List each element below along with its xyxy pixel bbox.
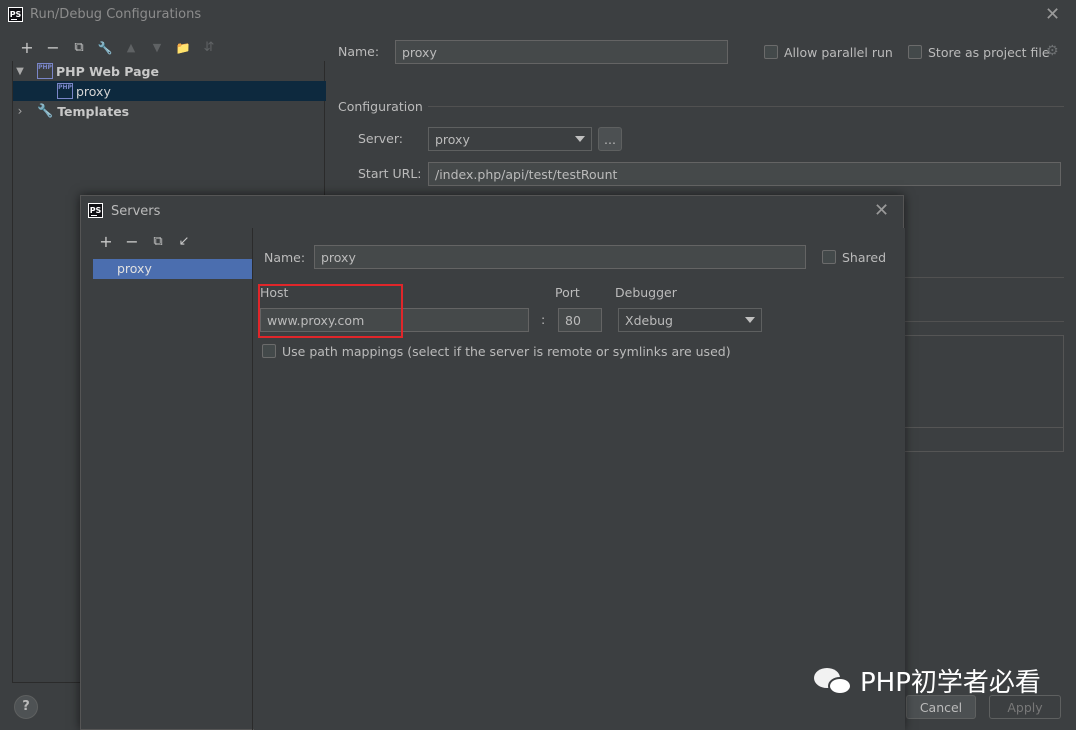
shared-label: Shared xyxy=(842,250,887,265)
chevron-down-icon[interactable]: ▼ xyxy=(13,66,27,77)
path-mappings-label: Use path mappings (select if the server … xyxy=(282,344,731,359)
edit-defaults-icon[interactable]: 🔧 xyxy=(92,38,118,58)
server-name-label: Name: xyxy=(264,250,306,265)
add-config-icon[interactable]: + xyxy=(14,38,40,58)
server-name-input[interactable]: proxy xyxy=(314,245,806,269)
servers-dialog: PS Servers ✕ + − ⧉ ↙ proxy Name: proxy S… xyxy=(80,195,905,730)
divider xyxy=(904,321,1064,322)
tree-item-proxy[interactable]: PHP proxy xyxy=(13,81,326,101)
watermark: PHP初学者必看 xyxy=(812,662,1041,699)
php-page-icon: PHP xyxy=(57,83,73,99)
debugger-label: Debugger xyxy=(615,285,677,300)
sort-icon[interactable]: ⇵ xyxy=(196,38,222,58)
window-close-icon[interactable]: ✕ xyxy=(1045,6,1060,24)
remove-config-icon[interactable]: − xyxy=(40,38,66,58)
path-mappings-checkbox[interactable] xyxy=(262,344,276,358)
add-server-icon[interactable]: + xyxy=(93,232,119,252)
servers-close-icon[interactable]: ✕ xyxy=(874,202,889,220)
new-folder-icon[interactable]: 📁 xyxy=(170,38,196,58)
port-label: Port xyxy=(555,285,580,300)
server-label: Server: xyxy=(358,131,403,146)
divider xyxy=(904,427,1064,428)
port-input[interactable]: 80 xyxy=(558,308,602,332)
divider xyxy=(904,277,1064,278)
move-up-icon[interactable]: ▲ xyxy=(118,38,144,58)
start-url-input[interactable]: /index.php/api/test/testRount xyxy=(428,162,1061,186)
chevron-right-icon[interactable]: › xyxy=(13,104,27,118)
configuration-section-label: Configuration xyxy=(338,99,423,114)
config-name-input[interactable]: proxy xyxy=(395,40,728,64)
servers-list-panel: + − ⧉ ↙ proxy xyxy=(81,228,253,730)
copy-config-icon[interactable]: ⧉ xyxy=(66,38,92,58)
watermark-text: PHP初学者必看 xyxy=(860,668,1041,698)
window-title: Run/Debug Configurations xyxy=(30,7,202,22)
move-down-icon[interactable]: ▼ xyxy=(144,38,170,58)
server-select[interactable]: proxy xyxy=(428,127,592,151)
debugger-select[interactable]: Xdebug xyxy=(618,308,762,332)
php-page-icon: PHP xyxy=(37,63,53,79)
dropdown-arrow-icon xyxy=(745,317,755,323)
store-project-label: Store as project file xyxy=(928,45,1050,60)
server-select-value: proxy xyxy=(435,131,470,147)
tree-item-label: proxy xyxy=(76,83,111,99)
title-bar: PS Run/Debug Configurations ✕ xyxy=(0,0,1076,30)
import-server-icon[interactable]: ↙ xyxy=(171,232,197,252)
phpstorm-logo-icon: PS xyxy=(8,7,23,22)
wechat-icon xyxy=(812,664,854,698)
copy-server-icon[interactable]: ⧉ xyxy=(145,232,171,252)
wrench-icon: 🔧 xyxy=(37,103,54,119)
tree-group-templates[interactable]: › 🔧 Templates xyxy=(13,101,326,121)
host-port-colon: : xyxy=(541,312,546,327)
dropdown-arrow-icon xyxy=(575,136,585,142)
remove-server-icon[interactable]: − xyxy=(119,232,145,252)
host-highlight-box xyxy=(258,284,403,338)
name-label: Name: xyxy=(338,44,380,59)
allow-parallel-checkbox[interactable] xyxy=(764,45,778,59)
browse-servers-button[interactable]: ... xyxy=(598,127,622,151)
servers-dialog-title: Servers xyxy=(111,204,161,219)
help-button[interactable]: ? xyxy=(14,695,38,719)
background-panel xyxy=(904,335,1064,452)
section-divider xyxy=(428,106,1064,107)
allow-parallel-label: Allow parallel run xyxy=(784,45,893,60)
tree-group-label: PHP Web Page xyxy=(56,63,159,79)
shared-checkbox[interactable] xyxy=(822,250,836,264)
tree-group-php-web-page[interactable]: ▼ PHP PHP Web Page xyxy=(13,61,326,81)
templates-label: Templates xyxy=(57,103,130,119)
phpstorm-logo-icon: PS xyxy=(88,203,103,218)
store-project-checkbox[interactable] xyxy=(908,45,922,59)
config-toolbar: + − ⧉ 🔧 ▲ ▼ 📁 ⇵ xyxy=(14,38,222,58)
start-url-label: Start URL: xyxy=(358,166,422,181)
debugger-select-value: Xdebug xyxy=(625,312,673,328)
gear-icon[interactable]: ⚙ xyxy=(1046,43,1059,59)
server-list-item[interactable]: proxy xyxy=(93,259,252,279)
